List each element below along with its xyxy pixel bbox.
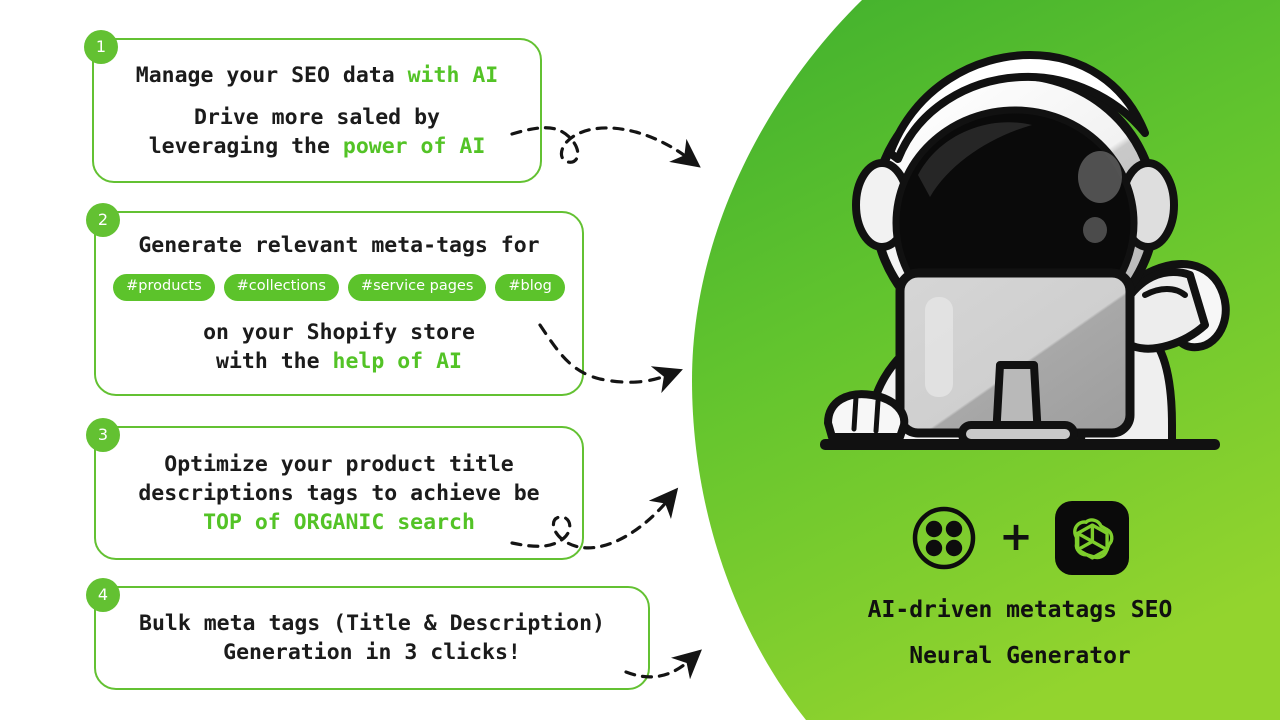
card-4-line-1: Bulk meta tags (Title & Description): [139, 611, 605, 636]
card-badge-4: 4: [86, 578, 120, 612]
feature-card-4[interactable]: Bulk meta tags (Title & Description) Gen…: [94, 586, 650, 690]
feature-card-2[interactable]: Generate relevant meta-tags for #product…: [94, 211, 584, 396]
card-4-line-2: Generation in 3 clicks!: [223, 640, 521, 665]
card-3-line-3: TOP of ORGANIC search: [203, 509, 475, 535]
feature-card-1[interactable]: Manage your SEO data with AI Drive more …: [92, 38, 542, 183]
card-badge-3: 3: [86, 418, 120, 452]
plus-icon: +: [999, 514, 1033, 560]
card-1-line-3-accent: power of AI: [342, 133, 486, 159]
card-1-line-1-accent: with AI: [407, 62, 499, 88]
logo-row: +: [790, 495, 1250, 581]
feature-card-3[interactable]: Optimize your product title descriptions…: [94, 426, 584, 560]
card-1-line-1: Manage your SEO data with AI: [136, 61, 498, 90]
card-badge-1: 1: [84, 30, 118, 64]
brand-block: + AI-driven metatags SEO Neural Generato…: [790, 495, 1250, 669]
card-2-line-3: with the help of AI: [216, 347, 462, 376]
monitor-screen-glare: [925, 297, 953, 397]
card-2-line-3-part-1: with the: [216, 348, 333, 374]
tag-service-pages[interactable]: #service pages: [347, 274, 487, 301]
card-1-line-1-part-1: Manage your SEO data: [135, 62, 408, 88]
card-2-line-2: on your Shopify store: [203, 319, 475, 345]
desk-surface: [820, 439, 1220, 450]
brand-title-line-2: Neural Generator: [909, 643, 1131, 669]
tag-products[interactable]: #products: [113, 274, 215, 301]
card-1-line-3-part-1: leveraging the: [148, 133, 343, 159]
openai-logo-icon: [1054, 501, 1129, 575]
astronaut-illustration: [820, 51, 1230, 450]
astronaut-visor-highlight-small: [1083, 217, 1107, 243]
tag-blog[interactable]: #blog: [495, 274, 565, 301]
card-1-line-3: leveraging the power of AI: [149, 132, 486, 161]
astronaut-visor-highlight-large: [1078, 151, 1122, 203]
card-badge-2: 2: [86, 203, 120, 237]
card-3-line-2: descriptions tags to achieve be: [138, 480, 540, 506]
brand-title-line-1: AI-driven metatags SEO: [867, 597, 1173, 623]
tag-collections[interactable]: #collections: [223, 274, 339, 301]
four-dots-logo-icon: [912, 506, 976, 570]
card-2-line-3-accent: help of AI: [332, 348, 462, 374]
card-1-line-2: Drive more saled by: [194, 104, 440, 130]
poster-canvas: 1 Manage your SEO data with AI Drive mor…: [0, 0, 1280, 720]
astronaut-left-hand: [824, 390, 909, 441]
card-2-line-1: Generate relevant meta-tags for: [138, 233, 540, 259]
tag-list: #products #collections #service pages #b…: [113, 274, 565, 301]
card-3-line-1: Optimize your product title: [164, 451, 514, 477]
